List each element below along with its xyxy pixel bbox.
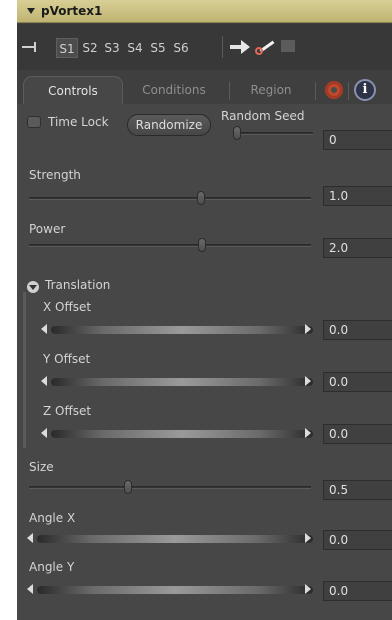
disclosure-triangle-icon[interactable]	[27, 281, 39, 293]
disabled-icon	[281, 40, 295, 52]
power-input[interactable]: 2.0	[323, 238, 392, 258]
node-title: pVortex1	[41, 4, 103, 18]
strength-slider-track[interactable]	[29, 197, 311, 200]
toolbar-divider	[222, 36, 223, 58]
angle-y-input[interactable]: 0.0	[323, 581, 392, 601]
tab-divider	[348, 82, 349, 100]
info-icon[interactable]: i	[354, 79, 376, 101]
y-offset-label: Y Offset	[43, 352, 91, 366]
y-offset-thumbwheel[interactable]	[51, 378, 313, 386]
slot-s2[interactable]: S2	[79, 38, 101, 58]
random-seed-input[interactable]: 0	[323, 130, 392, 150]
tab-controls[interactable]: Controls	[23, 76, 123, 104]
translation-group-label[interactable]: Translation	[45, 278, 110, 292]
angle-y-label: Angle Y	[29, 560, 75, 574]
tab-region[interactable]: Region	[237, 76, 305, 104]
angle-y-thumbwheel[interactable]	[37, 586, 313, 594]
size-slider-handle[interactable]	[124, 480, 132, 494]
toolbar: S1 S2 S3 S4 S5 S6	[17, 24, 392, 70]
z-offset-thumbwheel[interactable]	[51, 430, 313, 438]
tab-conditions[interactable]: Conditions	[129, 76, 219, 104]
key-icon[interactable]	[255, 37, 279, 57]
strength-input[interactable]: 1.0	[323, 186, 392, 206]
tab-bar: Controls Conditions Region i	[17, 72, 392, 104]
z-offset-input[interactable]: 0.0	[323, 424, 392, 444]
angle-x-label: Angle X	[29, 511, 76, 525]
z-offset-increment-arrow[interactable]	[305, 428, 311, 438]
slot-s3[interactable]: S3	[101, 38, 123, 58]
angle-y-increment-arrow[interactable]	[305, 584, 311, 594]
angle-x-increment-arrow[interactable]	[305, 533, 311, 543]
power-slider-track[interactable]	[29, 244, 311, 247]
collapse-triangle-icon[interactable]	[27, 8, 35, 14]
x-offset-label: X Offset	[43, 300, 92, 314]
arrow-right-icon[interactable]	[230, 38, 252, 56]
angle-x-input[interactable]: 0.0	[323, 530, 392, 550]
time-lock-checkbox[interactable]	[27, 116, 41, 128]
tab-divider	[315, 82, 316, 100]
y-offset-increment-arrow[interactable]	[305, 376, 311, 386]
node-header[interactable]: pVortex1	[17, 0, 392, 23]
z-offset-decrement-arrow[interactable]	[41, 428, 47, 438]
y-offset-input[interactable]: 0.0	[323, 372, 392, 392]
slot-s6[interactable]: S6	[170, 38, 192, 58]
slot-s1[interactable]: S1	[56, 38, 78, 58]
x-offset-increment-arrow[interactable]	[305, 324, 311, 334]
tab-divider	[229, 82, 230, 100]
angle-x-thumbwheel[interactable]	[37, 535, 313, 543]
strength-slider-handle[interactable]	[197, 191, 205, 205]
random-seed-slider-handle[interactable]	[233, 126, 241, 140]
gear-icon[interactable]	[325, 81, 343, 99]
size-slider-track[interactable]	[29, 486, 311, 489]
x-offset-thumbwheel[interactable]	[51, 326, 313, 334]
random-seed-slider-track[interactable]	[233, 132, 313, 135]
randomize-button[interactable]: Randomize	[127, 114, 211, 136]
tool-panel: pVortex1 S1 S2 S3 S4 S5 S6 Controls Cond…	[17, 0, 392, 620]
power-slider-handle[interactable]	[198, 238, 206, 252]
random-seed-label: Random Seed	[221, 109, 305, 123]
group-indent-bar	[23, 292, 26, 448]
slot-s4[interactable]: S4	[124, 38, 146, 58]
size-label: Size	[29, 460, 54, 474]
pin-icon[interactable]	[22, 41, 40, 53]
x-offset-input[interactable]: 0.0	[323, 320, 392, 340]
y-offset-decrement-arrow[interactable]	[41, 376, 47, 386]
angle-x-decrement-arrow[interactable]	[27, 533, 33, 543]
power-label: Power	[29, 222, 66, 236]
x-offset-decrement-arrow[interactable]	[41, 324, 47, 334]
z-offset-label: Z Offset	[43, 404, 92, 418]
strength-label: Strength	[29, 168, 81, 182]
controls-page: Time Lock Randomize Random Seed 0 Streng…	[17, 104, 392, 620]
angle-y-decrement-arrow[interactable]	[27, 584, 33, 594]
slot-s5[interactable]: S5	[147, 38, 169, 58]
size-input[interactable]: 0.5	[323, 480, 392, 500]
time-lock-label: Time Lock	[48, 115, 109, 129]
